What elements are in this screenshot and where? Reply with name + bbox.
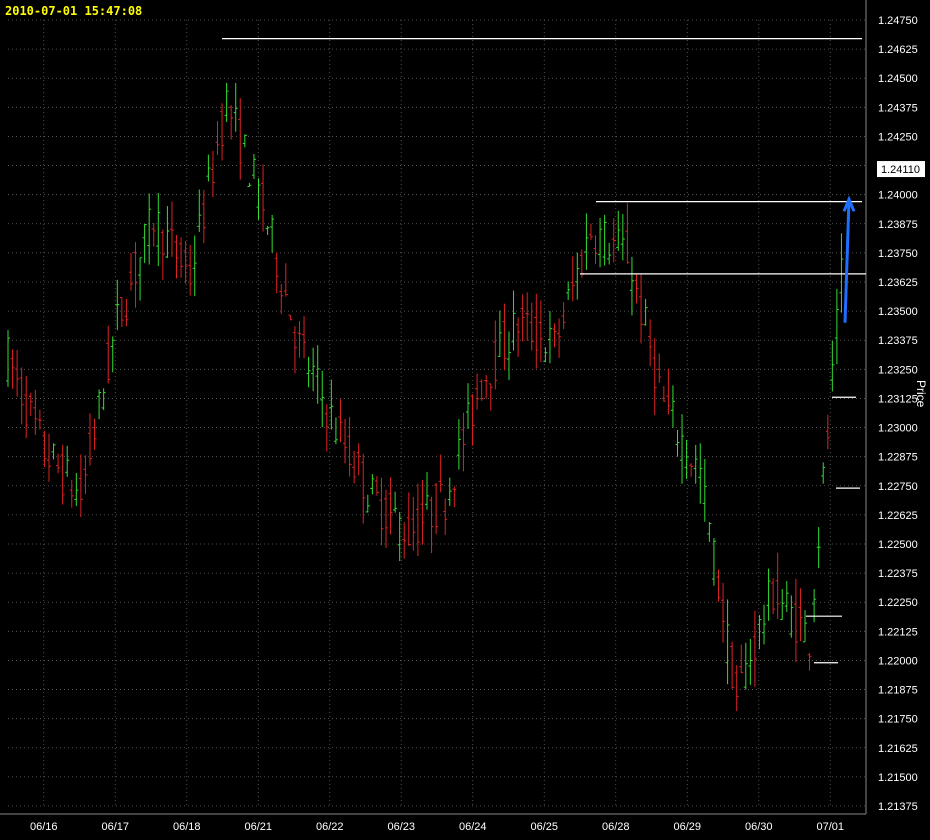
y-tick-label: 1.24625 — [878, 44, 918, 56]
y-tick-label: 1.24750 — [878, 15, 918, 27]
y-tick-label: 1.23125 — [878, 393, 918, 405]
y-tick-label: 1.23875 — [878, 219, 918, 231]
y-tick-label: 1.23375 — [878, 335, 918, 347]
x-tick-label: 06/16 — [30, 821, 58, 833]
y-tick-label: 1.24250 — [878, 131, 918, 143]
y-tick-label: 1.23000 — [878, 423, 918, 435]
x-tick-label: 06/22 — [316, 821, 344, 833]
y-tick-label: 1.22875 — [878, 452, 918, 464]
y-tick-label: 1.22625 — [878, 510, 918, 522]
x-tick-label: 06/29 — [673, 821, 701, 833]
y-tick-label: 1.22500 — [878, 539, 918, 551]
y-tick-label: 1.24000 — [878, 190, 918, 202]
x-tick-label: 06/25 — [530, 821, 558, 833]
x-tick-label: 06/28 — [602, 821, 630, 833]
x-tick-label: 06/24 — [459, 821, 487, 833]
y-tick-label: 1.21500 — [878, 772, 918, 784]
y-tick-label: 1.22000 — [878, 655, 918, 667]
x-tick-label: 06/17 — [101, 821, 129, 833]
y-tick-label: 1.21375 — [878, 801, 918, 813]
x-tick-label: 06/18 — [173, 821, 201, 833]
y-tick-label: 1.22125 — [878, 626, 918, 638]
chart-timestamp: 2010-07-01 15:47:08 — [5, 4, 143, 18]
y-tick-label: 1.22250 — [878, 597, 918, 609]
y-tick-label: 1.22750 — [878, 481, 918, 493]
y-tick-label: 1.22375 — [878, 568, 918, 580]
y-tick-label: 1.23750 — [878, 248, 918, 260]
x-tick-label: 06/21 — [244, 821, 272, 833]
x-tick-label: 06/30 — [745, 821, 773, 833]
x-tick-label: 07/01 — [816, 821, 844, 833]
y-tick-label: 1.21625 — [878, 743, 918, 755]
y-axis-label: Price — [914, 380, 928, 408]
y-tick-label: 1.21875 — [878, 685, 918, 697]
trend-arrow — [843, 199, 851, 323]
current-price-label: 1.24110 — [881, 164, 920, 176]
y-tick-label: 1.23500 — [878, 306, 918, 318]
y-tick-label: 1.24500 — [878, 73, 918, 85]
y-tick-label: 1.21750 — [878, 714, 918, 726]
x-tick-label: 06/23 — [387, 821, 415, 833]
price-chart: 1.24750 1.24625 1.24500 1.24375 1.24250 1.241… — [0, 0, 925, 833]
y-tick-label: 1.23250 — [878, 364, 918, 376]
y-tick-label: 1.23625 — [878, 277, 918, 289]
y-tick-label: 1.24375 — [878, 102, 918, 114]
